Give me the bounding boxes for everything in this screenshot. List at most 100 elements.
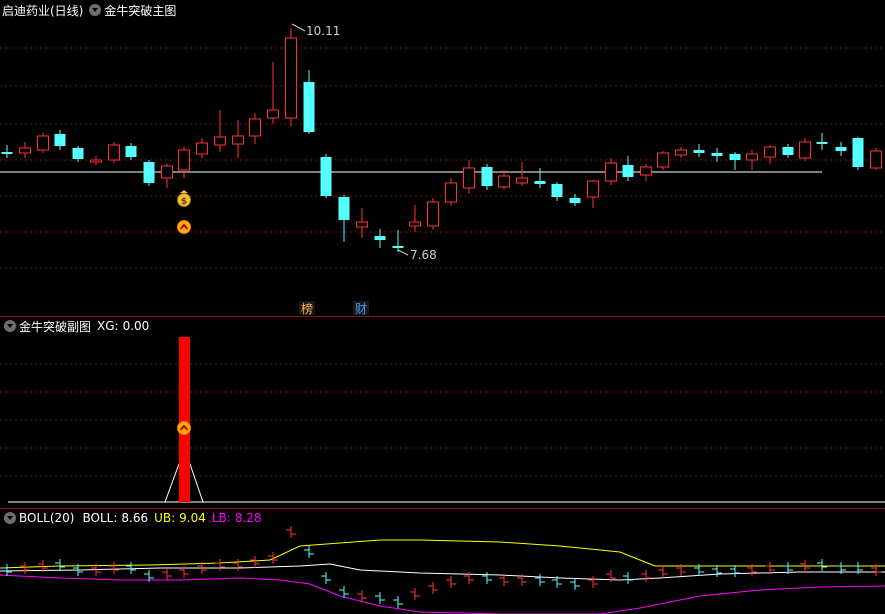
candle-body-up (870, 150, 882, 169)
money-bag-symbol: $ (181, 197, 187, 207)
candlestick-chart[interactable]: 10.11 7.68 $ 榜 财 (0, 0, 885, 316)
boll-lb-label: LB: (211, 511, 231, 525)
candle-body-up (516, 177, 528, 184)
up-arrow-icon (177, 220, 191, 234)
arrow-badge (177, 220, 191, 234)
boll-mid-label: BOLL: (82, 511, 118, 525)
candle-body-up (356, 221, 368, 228)
arrow-badge (177, 421, 191, 435)
candle-body-up (498, 175, 510, 188)
candle-body-down (72, 148, 84, 159)
candle-body-up (427, 201, 439, 227)
boll-dropdown-icon[interactable] (4, 512, 16, 524)
candle-body-up (746, 153, 758, 161)
candle-body-down (551, 184, 563, 197)
boll-ohlc-bar (817, 559, 827, 571)
boll-ohlc-bar (126, 562, 136, 574)
candle-body-down (392, 246, 404, 248)
candle-body-up (37, 135, 49, 151)
candle-body-up (161, 165, 173, 179)
low-price-label: 7.68 (410, 248, 437, 262)
candle-body-down (711, 153, 723, 156)
candle-body-up (19, 147, 31, 154)
boll-ohlc-bar (304, 546, 314, 558)
indicator-dropdown-icon[interactable] (89, 4, 102, 16)
boll-ohlc-bar (393, 596, 403, 608)
xg-label: XG: (97, 319, 119, 333)
sub-indicator-chart[interactable] (0, 316, 885, 508)
candle-body-down (143, 162, 155, 183)
candle-body-down (534, 181, 546, 184)
annotation-leader (397, 249, 409, 256)
main-chart-panel[interactable]: 10.11 7.68 $ 榜 财 启迪药业(日线) 金牛突破主图 (0, 0, 885, 316)
boll-ohlc-bar (286, 526, 296, 538)
candle-body-down (816, 142, 828, 144)
candle-body-up (214, 136, 226, 146)
bang-marker-label: 榜 (301, 301, 313, 316)
boll-ohlc-bar (588, 576, 598, 588)
boll-ub-label: UB: (154, 511, 176, 525)
boll-title: BOLL(20) (19, 511, 75, 525)
candle-body-up (267, 109, 279, 119)
boll-ohlc-bar (712, 565, 722, 577)
low-price-annotation: 7.68 (397, 248, 437, 262)
boll-mid-value: 8.66 (121, 511, 149, 525)
boll-ohlc-bar (658, 566, 668, 578)
sub-chart-header: 金牛突破副图 XG: 0.00 (2, 318, 149, 334)
boll-ohlc-bar (20, 562, 30, 574)
boll-ohlc-bar (109, 562, 119, 574)
boll-ohlc-bar (730, 565, 740, 577)
candle-body-up (445, 182, 457, 203)
annotation-leader (291, 23, 306, 32)
candle-body-down (374, 236, 386, 240)
signal-bar (179, 337, 190, 502)
high-price-label: 10.11 (306, 24, 340, 38)
sub-indicator-panel[interactable]: 金牛突破副图 XG: 0.00 (0, 316, 885, 508)
candle-body-down (569, 198, 581, 203)
candle-body-down (729, 154, 741, 160)
cai-marker-label: 财 (355, 302, 367, 316)
boll-ohlc-bar (2, 564, 12, 576)
sub-indicator-title: 金牛突破副图 (19, 319, 92, 334)
boll-ohlc-bar (268, 552, 278, 564)
boll-ohlc-bar (162, 568, 172, 580)
main-chart-header: 启迪药业(日线) 金牛突破主图 (2, 2, 176, 18)
stock-title: 启迪药业(日线) (2, 3, 84, 18)
candle-body-down (320, 157, 332, 196)
candle-body-up (232, 135, 244, 145)
boll-ohlc-bar (233, 559, 243, 571)
boll-ohlc-bar (482, 572, 492, 584)
boll-upper-band (0, 539, 885, 569)
candle-body-up (799, 141, 811, 159)
candle-body-up (196, 142, 208, 155)
candle-body-up (640, 166, 652, 176)
boll-ohlc-bar (535, 574, 545, 586)
boll-ub-value: 9.04 (179, 511, 206, 525)
candle-body-down (338, 197, 350, 220)
candle-body-up (657, 152, 669, 168)
boll-ohlc-bar (375, 592, 385, 604)
boll-header: BOLL(20) BOLL: 8.66 UB: 9.04 LB: 8.28 (2, 510, 262, 526)
bang-marker: 榜 (299, 301, 315, 316)
boll-ohlc-bar (428, 582, 438, 594)
candle-body-down (54, 134, 66, 146)
boll-lb-value: 8.28 (234, 511, 262, 525)
money-bag-icon: $ (177, 190, 191, 207)
candle-body-down (622, 165, 634, 177)
candle-body-down (693, 150, 705, 153)
candle-body-up (178, 149, 190, 171)
boll-panel[interactable]: BOLL(20) BOLL: 8.66 UB: 9.04 LB: 8.28 (0, 508, 885, 614)
xg-value: 0.00 (122, 319, 150, 333)
candle-body-down (835, 147, 847, 151)
up-arrow-icon (177, 421, 191, 435)
candle-body-up (285, 37, 297, 119)
candle-body-up (463, 167, 475, 189)
sub-dropdown-icon[interactable] (4, 320, 16, 332)
money-bag-tie (180, 190, 188, 193)
boll-ohlc-bar (55, 559, 65, 571)
candle-body-down (481, 167, 493, 186)
boll-ohlc-bar (570, 578, 580, 590)
boll-ohlc-bar (623, 572, 633, 584)
cai-marker: 财 (353, 301, 369, 316)
candle-body-up (605, 162, 617, 182)
